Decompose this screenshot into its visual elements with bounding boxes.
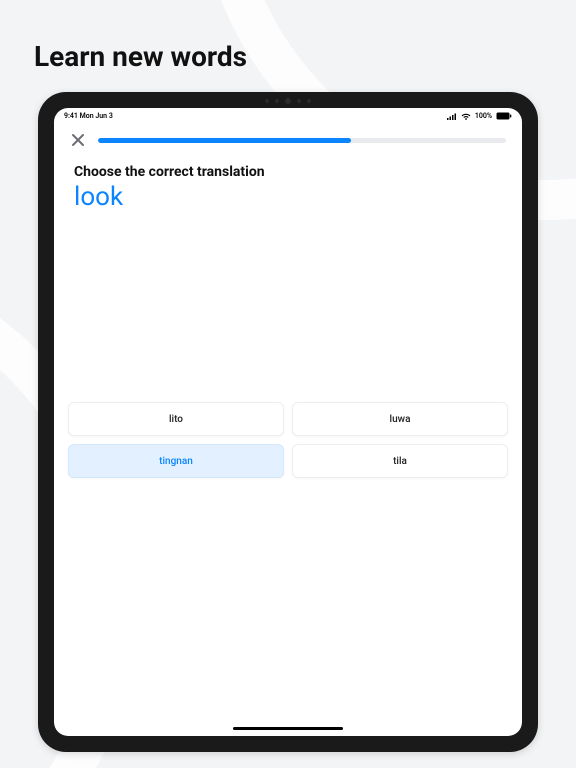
tablet-frame: 9:41 Mon Jun 3 100% xyxy=(38,92,538,752)
status-time: 9:41 Mon Jun 3 xyxy=(64,112,113,120)
progress-fill xyxy=(98,138,351,143)
option-1[interactable]: lito xyxy=(68,402,284,436)
option-label: tila xyxy=(393,456,407,467)
prompt-word: look xyxy=(74,182,502,212)
close-icon xyxy=(71,133,85,147)
option-label: lito xyxy=(169,414,183,425)
device-screen: 9:41 Mon Jun 3 100% xyxy=(54,108,522,736)
option-2[interactable]: luwa xyxy=(292,402,508,436)
battery-icon xyxy=(496,112,512,120)
progress-bar xyxy=(98,138,506,143)
device-camera-notch xyxy=(265,98,311,104)
cellular-signal-icon xyxy=(447,113,457,120)
spacer xyxy=(54,212,522,402)
option-4[interactable]: tila xyxy=(292,444,508,478)
close-button[interactable] xyxy=(70,132,86,148)
option-3[interactable]: tingnan xyxy=(68,444,284,478)
prompt-instruction: Choose the correct translation xyxy=(74,164,502,180)
option-label: tingnan xyxy=(159,456,193,467)
page-title: Learn new words xyxy=(34,40,247,73)
options-grid: lito luwa tingnan tila xyxy=(54,402,522,478)
lesson-header xyxy=(54,122,522,154)
wifi-icon xyxy=(461,113,471,120)
battery-percent: 100% xyxy=(475,112,492,120)
home-indicator xyxy=(233,727,343,730)
prompt-area: Choose the correct translation look xyxy=(54,154,522,212)
option-label: luwa xyxy=(390,414,411,425)
status-bar: 9:41 Mon Jun 3 100% xyxy=(54,108,522,122)
